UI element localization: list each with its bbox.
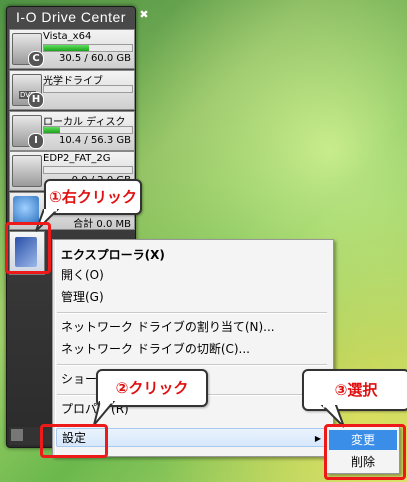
highlight-target-drive bbox=[5, 222, 51, 274]
drive-item-c[interactable]: C Vista_x64 30.5 / 60.0 GB bbox=[9, 29, 135, 69]
menu-separator bbox=[57, 312, 327, 314]
dvd-drive-icon: DVD H bbox=[12, 74, 44, 108]
menu-item-explorer[interactable]: エクスプローラ(X) bbox=[61, 246, 323, 265]
drive-item-i[interactable]: I ローカル ディスク 10.4 / 56.3 GB bbox=[9, 111, 135, 151]
hard-disk-icon: I bbox=[12, 115, 44, 149]
drive-name: EDP2_FAT_2G bbox=[43, 153, 111, 164]
settings-icon[interactable] bbox=[11, 429, 23, 441]
removable-drive-icon bbox=[12, 155, 42, 187]
highlight-settings bbox=[40, 424, 108, 458]
usage-bar bbox=[43, 166, 133, 174]
usage-bar bbox=[43, 85, 133, 93]
submenu-arrow-icon: ▶ bbox=[314, 434, 321, 443]
drive-letter-badge: H bbox=[28, 92, 44, 108]
highlight-submenu bbox=[324, 424, 406, 480]
menu-item-disconnect-network-drive[interactable]: ネットワーク ドライブの切断(C)... bbox=[61, 340, 323, 359]
usage-fill bbox=[44, 127, 60, 133]
gadget-title: I-O Drive Center bbox=[16, 9, 126, 25]
total-size: 合計 0.0 MB bbox=[73, 219, 131, 230]
drive-item-h[interactable]: DVD H 光学ドライブ bbox=[9, 70, 135, 110]
drive-size: 30.5 / 60.0 GB bbox=[58, 53, 131, 64]
usage-bar bbox=[43, 126, 133, 134]
close-icon[interactable]: ✖ bbox=[138, 9, 150, 21]
drive-name: Vista_x64 bbox=[43, 31, 92, 42]
drive-letter-badge: I bbox=[28, 133, 44, 149]
menu-item-manage[interactable]: 管理(G) bbox=[61, 288, 323, 307]
menu-item-map-network-drive[interactable]: ネットワーク ドライブの割り当て(N)... bbox=[61, 318, 323, 337]
menu-separator bbox=[57, 364, 327, 366]
usage-bar bbox=[43, 44, 133, 52]
drive-size: 10.4 / 56.3 GB bbox=[58, 135, 131, 146]
drive-letter-badge: C bbox=[28, 51, 44, 67]
usage-fill bbox=[44, 45, 89, 51]
hard-disk-icon: C bbox=[12, 33, 44, 67]
menu-item-open[interactable]: 開く(O) bbox=[61, 266, 323, 285]
